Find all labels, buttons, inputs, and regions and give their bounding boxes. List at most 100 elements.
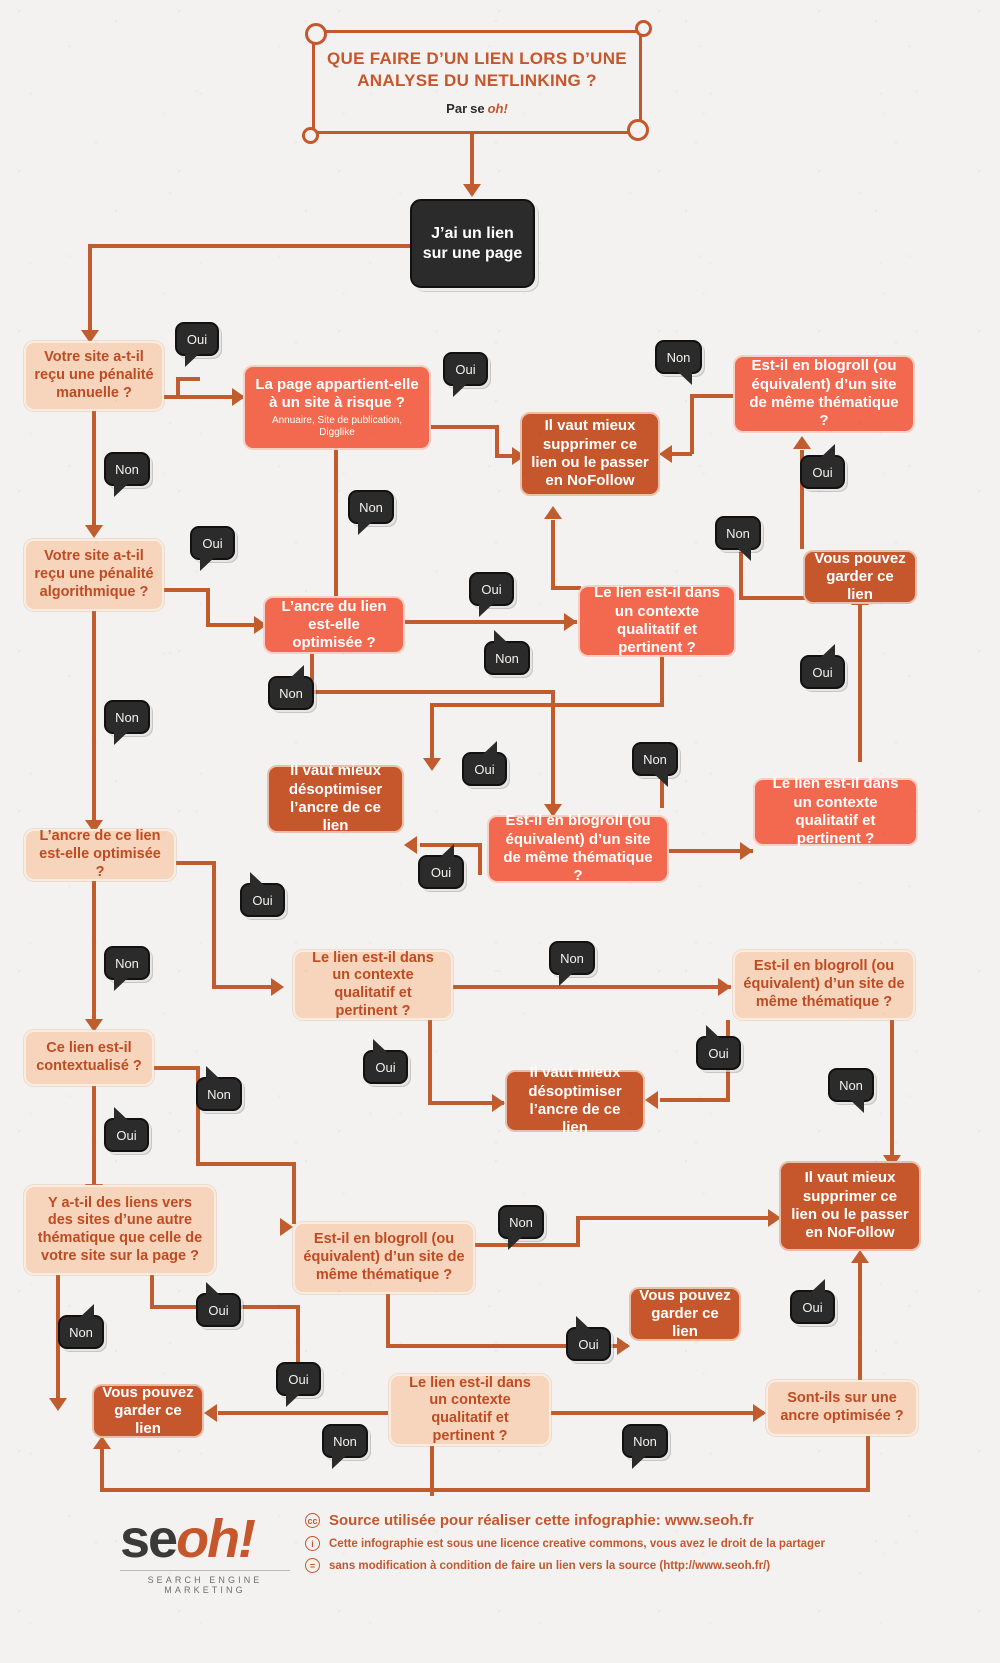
arrow-br4-to-garder2 — [617, 1337, 630, 1355]
node-contexte-4[interactable]: Le lien est-il dans un contexte qualitat… — [389, 1374, 551, 1446]
connector-c1-non-v2 — [430, 703, 434, 763]
node-garder-2[interactable]: Vous pouvez garder ce lien — [629, 1287, 741, 1341]
bubble-oui-contextualise: Oui — [104, 1107, 149, 1152]
arrow-c1-non — [423, 758, 441, 771]
bubble-non-blogroll-4: Non — [498, 1205, 544, 1250]
node-contexte-3[interactable]: Le lien est-il dans un contexte qualitat… — [293, 950, 453, 1020]
node-garder-1-label: Vous pouvez garder ce lien — [814, 549, 906, 604]
credits-block: cc Source utilisée pour réaliser cette i… — [305, 1512, 825, 1580]
page-title: QUE FAIRE D’UN LIEN LORS D’UNE ANALYSE D… — [327, 49, 627, 90]
arrow-ctx-non-to-blogroll4 — [280, 1218, 293, 1236]
bubble-label: Oui — [812, 664, 833, 680]
connector-c1-oui-v — [551, 520, 555, 590]
credit-line-2: Cette infographie est sous une licence c… — [329, 1537, 825, 1550]
node-supprimer-2[interactable]: Il vaut mieux supprimer ce lien ou le pa… — [779, 1161, 921, 1251]
bubble-oui-blogroll-1: Oui — [800, 444, 845, 489]
bubble-oui-ancre-ce-lien: Oui — [240, 872, 285, 917]
connector-acl-non-v — [92, 881, 96, 1023]
node-supprimer-2-label: Il vaut mieux supprimer ce lien ou le pa… — [791, 1169, 909, 1242]
bubble-non-contexte-3: Non — [549, 941, 595, 986]
bubble-label: Non — [115, 709, 139, 725]
title-banner: QUE FAIRE D’UN LIEN LORS D’UNE ANALYSE D… — [302, 20, 652, 144]
node-liens-autre-thema[interactable]: Y a-t-il des liens vers des sites d’une … — [24, 1185, 216, 1275]
bubble-label: Oui — [430, 864, 452, 880]
node-garder-3[interactable]: Vous pouvez garder ce lien — [92, 1384, 204, 1438]
connector-c4-oui-h — [218, 1411, 388, 1415]
arrow-c3-to-blogroll3 — [718, 978, 731, 996]
node-blogroll-2-label: Est-il en blogroll (ou équivalent) d’un … — [503, 812, 653, 885]
bubble-oui-page-risque: Oui — [443, 352, 488, 397]
bubble-non-contexte-2: Non — [632, 742, 678, 787]
connector-g1-v — [858, 604, 862, 762]
arrow-br2-to-desoptimiser1 — [404, 836, 417, 854]
bubble-oui-ancre-optimisee-2: Oui — [790, 1279, 835, 1324]
node-ancre-ce-lien-label: L’ancre de ce lien est-elle optimisée ? — [39, 828, 161, 880]
node-penalite-algo[interactable]: Votre site a-t-il reçu une pénalité algo… — [24, 539, 164, 611]
node-penalite-algo-label: Votre site a-t-il reçu une pénalité algo… — [34, 548, 154, 600]
connector-lat-oui-v — [150, 1275, 154, 1309]
credit-row-3: = sans modification à condition de faire… — [305, 1558, 825, 1573]
connector-pm-oui-h2 — [176, 377, 200, 381]
bubble-non-contexte-4-right: Non — [622, 1424, 668, 1469]
node-ancre-ce-lien[interactable]: L’ancre de ce lien est-elle optimisée ? — [24, 828, 176, 881]
node-contexte-1[interactable]: Le lien est-il dans un contexte qualitat… — [578, 584, 736, 657]
node-penalite-manuelle[interactable]: Votre site a-t-il reçu une pénalité manu… — [24, 341, 164, 411]
connector-ctx-non-h2 — [196, 1162, 296, 1166]
bubble-label: Oui — [708, 1045, 729, 1061]
connector-a1-non-v2 — [551, 690, 555, 808]
node-blogroll-3[interactable]: Est-il en blogroll (ou équivalent) d’un … — [733, 950, 915, 1020]
node-start: J’ai un lien sur une page — [410, 199, 535, 288]
bubble-oui-contexte-4: Oui — [276, 1362, 321, 1407]
connector-c1-non-v — [660, 657, 664, 707]
brand-se: se — [470, 100, 485, 116]
bubble-non-ancre-1: Non — [268, 665, 314, 710]
node-blogroll-4[interactable]: Est-il en blogroll (ou équivalent) d’un … — [293, 1222, 475, 1294]
arrow-a1-to-contexte1 — [564, 613, 577, 631]
node-supprimer-1-label: Il vaut mieux supprimer ce lien ou le pa… — [531, 417, 649, 490]
node-blogroll-1[interactable]: Est-il en blogroll (ou équivalent) d’un … — [733, 355, 915, 433]
node-supprimer-1[interactable]: Il vaut mieux supprimer ce lien ou le pa… — [520, 412, 660, 496]
bubble-label: Oui — [186, 331, 208, 347]
arrow-to-blogroll-1 — [793, 436, 811, 449]
connector-br3-non-v — [890, 1020, 894, 1160]
node-contexte-2[interactable]: Le lien est-il dans un contexte qualitat… — [753, 775, 918, 847]
node-penalite-manuelle-label: Votre site a-t-il reçu une pénalité manu… — [34, 349, 154, 401]
bubble-label: Non — [495, 650, 519, 666]
bubble-label: Oui — [252, 892, 273, 908]
node-desoptimiser-2[interactable]: Il vaut mieux désoptimiser l’ancre de ce… — [505, 1064, 645, 1136]
node-contexte-1-label: Le lien est-il dans un contexte qualitat… — [594, 584, 720, 657]
logo-tagline: SEARCH ENGINE MARKETING — [120, 1569, 290, 1595]
connector-acl-oui-v — [212, 861, 216, 989]
node-page-risque[interactable]: La page appartient-elle à un site à risq… — [243, 365, 431, 450]
bubble-oui-penalite-algo: Oui — [190, 526, 235, 571]
byline: Par se oh! — [446, 101, 508, 116]
connector-pr-oui-h — [431, 425, 499, 429]
bubble-non-penalite-algo: Non — [104, 700, 150, 745]
node-desoptimiser-1[interactable]: Il vaut mieux désoptimiser l’ancre de ce… — [267, 762, 404, 835]
node-blogroll-2[interactable]: Est-il en blogroll (ou équivalent) d’un … — [487, 812, 669, 885]
connector-pr-non-v — [334, 450, 338, 605]
bubble-label: Oui — [202, 535, 223, 551]
bubble-label: Non — [839, 1077, 863, 1093]
node-ancre-optimisee-1[interactable]: L’ancre du lien est-elle optimisée ? — [263, 596, 405, 654]
node-page-risque-label: La page appartient-elle à un site à risq… — [255, 375, 419, 411]
connector-a1-oui-h — [405, 620, 577, 624]
node-ancre-optimisee-2[interactable]: Sont-ils sur une ancre optimisée ? — [766, 1380, 918, 1436]
node-contexte-3-label: Le lien est-il dans un contexte qualitat… — [312, 949, 434, 1019]
node-contextualise[interactable]: Ce lien est-il contextualisé ? — [24, 1030, 154, 1086]
connector-c1-oui-h — [551, 586, 581, 590]
logo-oh: oh! — [176, 1509, 256, 1569]
connector-left-spine-1 — [88, 244, 92, 334]
node-garder-1[interactable]: Vous pouvez garder ce lien — [803, 550, 917, 604]
connector-pm-non — [92, 411, 96, 529]
connector-ctx-non-v2 — [292, 1162, 296, 1224]
node-ancre-optimisee-2-label: Sont-ils sur une ancre optimisée ? — [780, 1390, 904, 1424]
connector-pa-oui-h2 — [206, 623, 258, 627]
node-desoptimiser-1-label: Il vaut mieux désoptimiser l’ancre de ce… — [288, 762, 383, 835]
logo-se: se — [120, 1509, 178, 1569]
connector-title-to-start — [470, 134, 474, 186]
connector-br1-non-h — [690, 394, 735, 398]
connector-a1-non-h — [310, 690, 555, 694]
connector-start-left — [88, 244, 412, 248]
bubble-non-mid-right: Non — [715, 516, 761, 561]
